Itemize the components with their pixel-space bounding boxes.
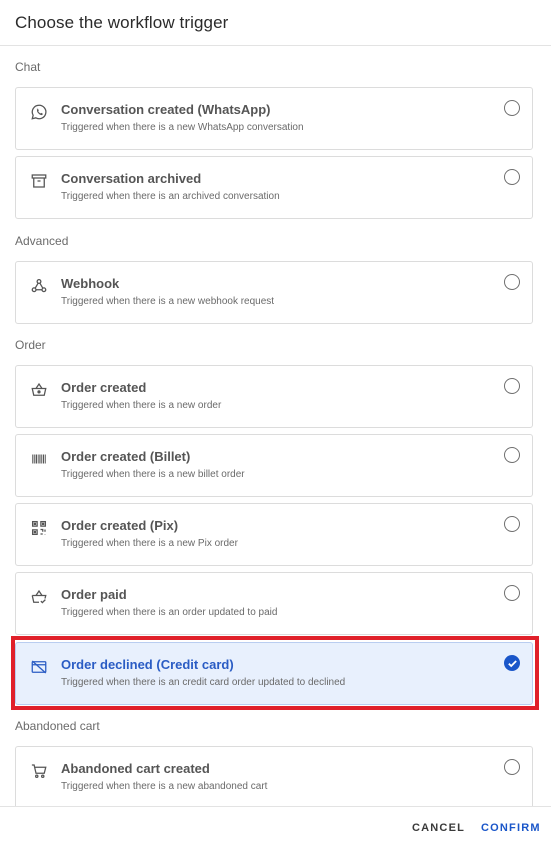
trigger-label: Order declined (Credit card) bbox=[61, 657, 234, 672]
trigger-description: Triggered when there is a new billet ord… bbox=[61, 469, 245, 480]
trigger-radio-checked[interactable] bbox=[504, 655, 520, 671]
checkmark-icon bbox=[507, 659, 517, 667]
trigger-label: Conversation archived bbox=[61, 171, 202, 186]
trigger-description: Triggered when there is an order updated… bbox=[61, 607, 278, 618]
cart-icon bbox=[29, 761, 49, 781]
trigger-radio[interactable] bbox=[504, 516, 520, 532]
trigger-radio[interactable] bbox=[504, 585, 520, 601]
trigger-radio[interactable] bbox=[504, 274, 520, 290]
qr-code-icon bbox=[29, 518, 49, 538]
trigger-radio[interactable] bbox=[504, 447, 520, 463]
trigger-label: Order created bbox=[61, 380, 147, 395]
trigger-label: Order created (Billet) bbox=[61, 449, 191, 464]
basket-icon bbox=[29, 380, 49, 400]
trigger-radio[interactable] bbox=[504, 378, 520, 394]
trigger-option-order-created-billet[interactable]: Order created (Billet) Triggered when th… bbox=[15, 434, 533, 497]
trigger-description: Triggered when there is a new order bbox=[61, 400, 222, 411]
trigger-description: Triggered when there is a new abandoned … bbox=[61, 781, 268, 792]
cancel-button[interactable]: CANCEL bbox=[412, 822, 465, 834]
trigger-option-webhook[interactable]: Webhook Triggered when there is a new we… bbox=[15, 261, 533, 324]
dialog-header: Choose the workflow trigger bbox=[0, 0, 551, 46]
confirm-button[interactable]: CONFIRM bbox=[481, 822, 541, 834]
trigger-option-order-created[interactable]: Order created Triggered when there is a … bbox=[15, 365, 533, 428]
trigger-option-order-paid[interactable]: Order paid Triggered when there is an or… bbox=[15, 572, 533, 635]
trigger-option-abandoned-cart-created[interactable]: Abandoned cart created Triggered when th… bbox=[15, 746, 533, 809]
trigger-option-order-created-pix[interactable]: Order created (Pix) Triggered when there… bbox=[15, 503, 533, 566]
barcode-icon bbox=[29, 449, 49, 469]
dialog-footer: CANCEL CONFIRM bbox=[0, 806, 551, 844]
trigger-description: Triggered when there is an credit card o… bbox=[61, 677, 346, 688]
whatsapp-icon bbox=[29, 102, 49, 122]
section-label-order: Order bbox=[15, 338, 46, 352]
trigger-label: Abandoned cart created bbox=[61, 761, 210, 776]
trigger-radio[interactable] bbox=[504, 169, 520, 185]
trigger-label: Order created (Pix) bbox=[61, 518, 179, 533]
section-label-abandoned-cart: Abandoned cart bbox=[15, 719, 100, 733]
trigger-description: Triggered when there is a new WhatsApp c… bbox=[61, 122, 304, 133]
trigger-label: Webhook bbox=[61, 276, 120, 291]
trigger-option-order-declined-credit-card[interactable]: Order declined (Credit card) Triggered w… bbox=[15, 642, 533, 705]
trigger-option-conversation-archived[interactable]: Conversation archived Triggered when the… bbox=[15, 156, 533, 219]
trigger-option-conversation-created-whatsapp[interactable]: Conversation created (WhatsApp) Triggere… bbox=[15, 87, 533, 150]
credit-card-off-icon bbox=[29, 657, 49, 677]
dialog-title: Choose the workflow trigger bbox=[15, 13, 229, 32]
trigger-description: Triggered when there is a new webhook re… bbox=[61, 296, 275, 307]
trigger-radio[interactable] bbox=[504, 100, 520, 116]
section-label-advanced: Advanced bbox=[15, 234, 69, 248]
trigger-description: Triggered when there is an archived conv… bbox=[61, 191, 280, 202]
workflow-trigger-dialog: Choose the workflow trigger Chat Convers… bbox=[0, 0, 551, 844]
archive-icon bbox=[29, 171, 49, 191]
trigger-description: Triggered when there is a new Pix order bbox=[61, 538, 238, 549]
basket-check-icon bbox=[29, 587, 49, 607]
trigger-label: Order paid bbox=[61, 587, 127, 602]
webhook-icon bbox=[29, 276, 49, 296]
section-label-chat: Chat bbox=[15, 60, 41, 74]
trigger-label: Conversation created (WhatsApp) bbox=[61, 102, 271, 117]
trigger-radio[interactable] bbox=[504, 759, 520, 775]
